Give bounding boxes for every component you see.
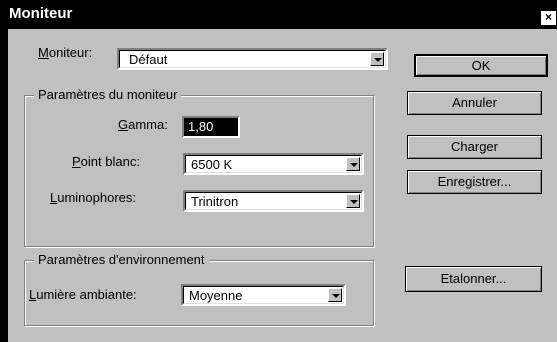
ambient-light-label: Lumière ambiante: bbox=[29, 287, 137, 302]
close-icon: × bbox=[544, 10, 552, 24]
save-button-label: Enregistrer... bbox=[437, 174, 512, 189]
white-point-select[interactable]: 6500 K bbox=[183, 153, 364, 175]
dialog-body: Moniteur: Défaut Paramètres du moniteur … bbox=[8, 29, 557, 342]
monitor-dialog: Moniteur × Moniteur: Défaut Paramètres d… bbox=[0, 0, 557, 342]
window-title: Moniteur bbox=[9, 5, 73, 22]
ambient-light-select-value: Moyenne bbox=[189, 288, 243, 303]
chevron-down-icon[interactable] bbox=[346, 194, 360, 208]
close-button[interactable]: × bbox=[540, 10, 557, 26]
monitor-select-value: Défaut bbox=[129, 52, 168, 67]
chevron-down-icon[interactable] bbox=[346, 157, 360, 171]
cancel-button[interactable]: Annuler bbox=[407, 91, 542, 115]
chevron-down-icon[interactable] bbox=[370, 52, 384, 66]
chevron-down-icon[interactable] bbox=[328, 288, 342, 302]
ambient-light-select[interactable]: Moyenne bbox=[181, 284, 346, 306]
phosphors-label: Luminophores: bbox=[50, 190, 137, 205]
load-button-label: Charger bbox=[451, 139, 498, 154]
calibrate-button-label: Etalonner... bbox=[440, 271, 507, 286]
save-button[interactable]: Enregistrer... bbox=[407, 170, 542, 194]
ok-button[interactable]: OK bbox=[414, 54, 548, 77]
load-button[interactable]: Charger bbox=[407, 135, 542, 159]
white-point-select-value: 6500 K bbox=[191, 157, 233, 172]
white-point-label: Point blanc: bbox=[72, 154, 140, 169]
title-bar[interactable]: Moniteur × bbox=[0, 0, 557, 28]
gamma-label: Gamma: bbox=[118, 117, 168, 132]
cancel-button-label: Annuler bbox=[452, 95, 497, 110]
calibrate-button[interactable]: Etalonner... bbox=[405, 266, 542, 292]
monitor-label: Moniteur: bbox=[38, 45, 93, 60]
gamma-input[interactable]: 1,80 bbox=[182, 116, 240, 138]
monitor-select[interactable]: Défaut bbox=[117, 48, 388, 70]
ok-button-label: OK bbox=[471, 58, 491, 73]
monitor-params-title: Paramètres du moniteur bbox=[34, 87, 182, 102]
environment-params-title: Paramètres d'environnement bbox=[34, 252, 209, 267]
phosphors-select-value: Trinitron bbox=[191, 194, 239, 209]
phosphors-select[interactable]: Trinitron bbox=[183, 190, 364, 212]
